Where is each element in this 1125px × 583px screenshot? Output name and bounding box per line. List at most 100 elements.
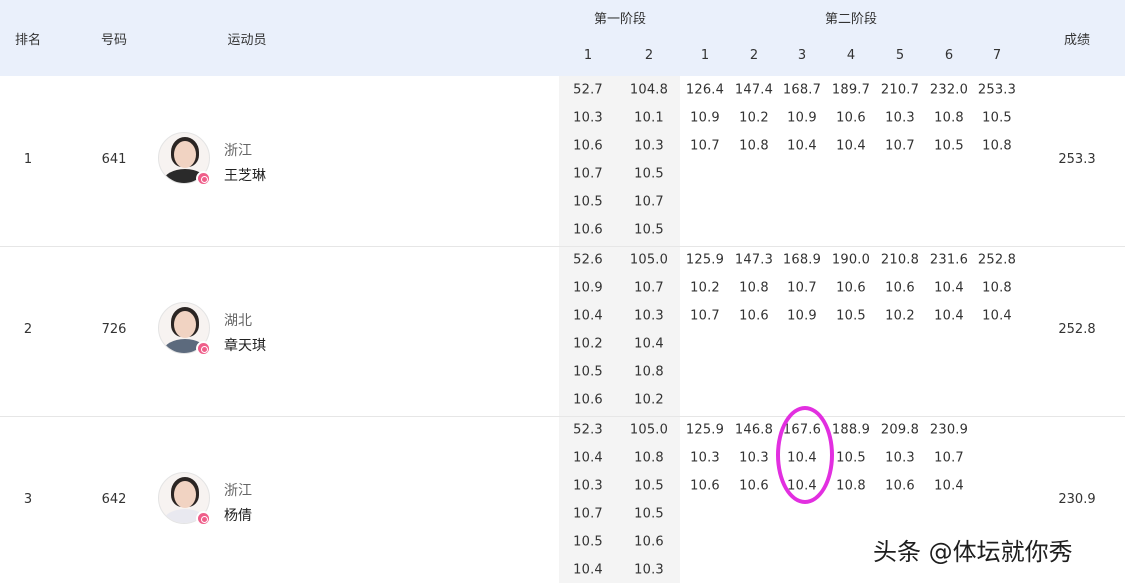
stage2-value: 10.7 [690, 138, 720, 154]
stage2-value: 10.6 [836, 110, 866, 126]
stage1-value: 10.6 [573, 138, 603, 154]
stage2-value: 10.2 [690, 280, 720, 296]
stage2-value: 210.7 [880, 82, 920, 98]
stage2-value: 10.3 [690, 450, 720, 466]
header-athlete: 运动员 [227, 33, 267, 48]
stage2-value: 10.6 [885, 280, 915, 296]
stage2-value: 190.0 [831, 252, 871, 268]
stage2-value: 10.6 [739, 478, 769, 494]
stage1-value: 10.4 [634, 336, 664, 352]
stage1-value: 10.5 [573, 534, 603, 550]
stage1-value: 52.3 [573, 422, 603, 438]
stage2-value: 10.3 [739, 450, 769, 466]
stage1-value: 10.5 [634, 166, 664, 182]
stage2-value: 10.4 [934, 280, 964, 296]
stage2-value: 146.8 [734, 422, 774, 438]
athlete-province: 浙江 [224, 143, 252, 159]
stage1-value: 52.7 [573, 82, 603, 98]
stage2-value: 10.4 [787, 138, 817, 154]
stage2-value: 10.8 [739, 280, 769, 296]
stage1-value: 10.8 [634, 364, 664, 380]
stage2-value: 10.7 [787, 280, 817, 296]
stage2-col-1: 1 [700, 48, 710, 63]
stage1-value: 10.3 [573, 110, 603, 126]
stage2-value: 10.3 [885, 450, 915, 466]
stage2-value: 10.5 [982, 110, 1012, 126]
highlight-circle [776, 406, 834, 504]
stage2-value: 10.2 [885, 308, 915, 324]
stage2-value: 252.8 [977, 252, 1017, 268]
stage2-value: 209.8 [880, 422, 920, 438]
stage2-value: 10.5 [836, 450, 866, 466]
stage2-value: 10.2 [739, 110, 769, 126]
verified-badge-icon [196, 171, 211, 186]
stage2-col-7: 7 [992, 48, 1002, 63]
stage1-value: 10.2 [573, 336, 603, 352]
stage1-value: 10.3 [634, 562, 664, 578]
stage2-value: 10.9 [787, 110, 817, 126]
stage1-value: 10.7 [634, 280, 664, 296]
stage2-value: 10.8 [982, 138, 1012, 154]
stage2-value: 10.8 [739, 138, 769, 154]
stage1-value: 10.6 [573, 222, 603, 238]
stage1-value: 10.7 [573, 506, 603, 522]
stage2-value: 10.8 [982, 280, 1012, 296]
stage1-value: 104.8 [629, 82, 669, 98]
athlete-province: 浙江 [224, 483, 252, 499]
stage2-value: 125.9 [685, 252, 725, 268]
header-stage2: 第二阶段 [824, 12, 878, 27]
stage1-value: 10.8 [634, 450, 664, 466]
stage1-value: 52.6 [573, 252, 603, 268]
bib-number-cell: 642 [101, 492, 127, 507]
stage2-value: 10.3 [885, 110, 915, 126]
stage2-value: 10.4 [836, 138, 866, 154]
stage2-col-4: 4 [846, 48, 856, 63]
stage2-value: 10.4 [934, 308, 964, 324]
row-separator [0, 416, 1125, 417]
verified-badge-icon [196, 341, 211, 356]
stage2-value: 126.4 [685, 82, 725, 98]
stage2-value: 210.8 [880, 252, 920, 268]
stage1-col-1: 1 [583, 48, 593, 63]
stage1-value: 10.3 [573, 478, 603, 494]
rank-cell: 2 [23, 322, 33, 337]
stage1-value: 10.5 [634, 222, 664, 238]
stage2-value: 10.8 [836, 478, 866, 494]
total-score-cell: 252.8 [1058, 322, 1096, 337]
stage2-col-3: 3 [797, 48, 807, 63]
stage2-value: 10.7 [934, 450, 964, 466]
athlete-province: 湖北 [224, 313, 252, 329]
athlete-name: 王芝琳 [224, 168, 266, 184]
stage2-value: 10.8 [934, 110, 964, 126]
verified-badge-icon [196, 511, 211, 526]
rank-cell: 1 [23, 152, 33, 167]
stage2-value: 10.7 [885, 138, 915, 154]
stage1-value: 10.7 [573, 166, 603, 182]
stage2-value: 10.4 [982, 308, 1012, 324]
stage2-col-5: 5 [895, 48, 905, 63]
table-header: 排名 号码 运动员 第一阶段 第二阶段 成绩 1 2 1 2 3 4 5 6 7 [0, 0, 1125, 76]
header-rank: 排名 [14, 33, 42, 48]
stage2-value: 253.3 [977, 82, 1017, 98]
stage1-value: 10.6 [634, 534, 664, 550]
stage2-value: 10.4 [934, 478, 964, 494]
total-score-cell: 253.3 [1058, 152, 1096, 167]
stage2-value: 168.7 [782, 82, 822, 98]
stage1-value: 105.0 [629, 252, 669, 268]
stage2-value: 168.9 [782, 252, 822, 268]
bib-number-cell: 641 [101, 152, 127, 167]
stage1-value: 10.5 [573, 364, 603, 380]
stage2-value: 10.6 [690, 478, 720, 494]
rank-cell: 3 [23, 492, 33, 507]
header-score: 成绩 [1063, 33, 1091, 48]
bib-number-cell: 726 [101, 322, 127, 337]
stage2-value: 10.5 [934, 138, 964, 154]
stage2-value: 10.6 [836, 280, 866, 296]
stage1-value: 10.5 [573, 194, 603, 210]
stage2-value: 147.4 [734, 82, 774, 98]
stage1-value: 105.0 [629, 422, 669, 438]
stage1-value: 10.4 [573, 308, 603, 324]
stage2-value: 10.6 [739, 308, 769, 324]
athlete-name: 杨倩 [224, 508, 252, 524]
stage2-value: 10.7 [690, 308, 720, 324]
